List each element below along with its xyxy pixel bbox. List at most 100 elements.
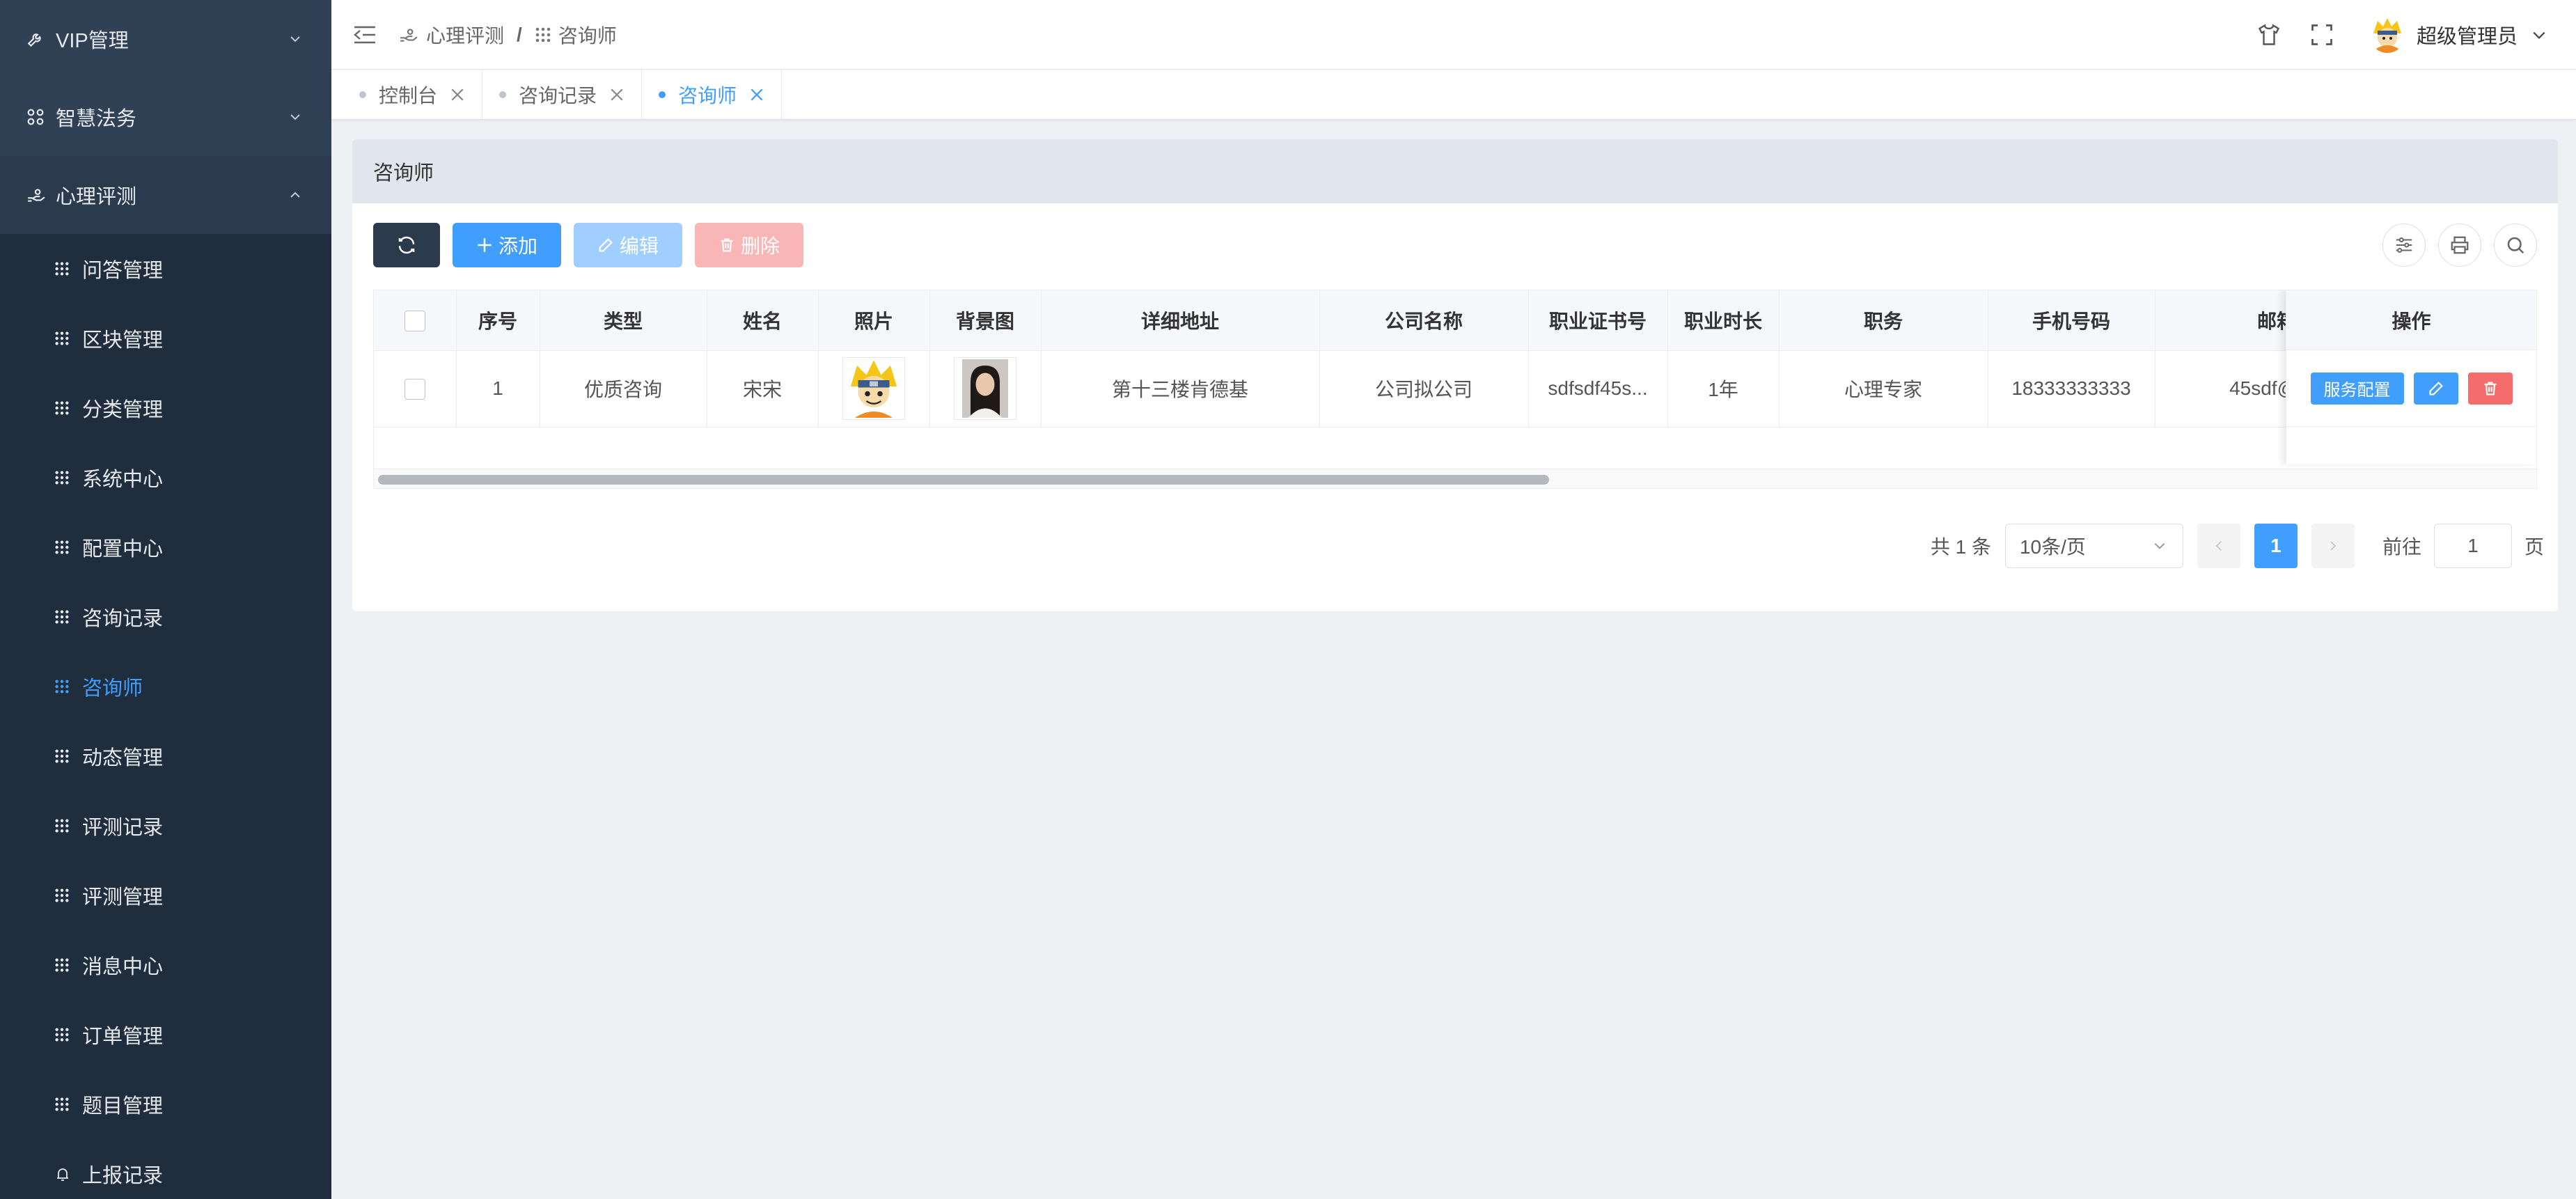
row-delete-button[interactable] [2467,372,2513,405]
column-header: 背景图 [929,290,1042,351]
sidebar-subitem[interactable]: 咨询师 [0,652,331,721]
breadcrumb-item: 咨询师 [535,21,617,49]
dots-grid-icon [54,957,82,973]
sidebar-subitem[interactable]: 区块管理 [0,304,331,373]
dots-grid-icon [54,1027,82,1042]
menu-toggle-icon[interactable] [352,22,377,47]
sidebar-subitem-label: 订单管理 [82,1026,164,1048]
tab-label: 控制台 [379,84,438,107]
sidebar-subitem[interactable]: 动态管理 [0,721,331,791]
sidebar-subitem[interactable]: 消息中心 [0,930,331,1000]
sidebar-subitem[interactable]: 评测记录 [0,791,331,861]
chevron-up-icon [287,187,304,203]
close-icon[interactable] [609,87,625,102]
sidebar-subitem[interactable]: 题目管理 [0,1069,331,1139]
horizontal-scrollbar[interactable] [374,469,2536,488]
tab-label: 咨询记录 [519,84,597,107]
actions-fixed-column: 操作 服务配置 [2286,290,2536,464]
plus-icon [476,237,493,253]
dots-grid-icon [54,400,82,416]
wrench-icon [26,30,53,48]
search-icon[interactable] [2494,224,2537,267]
close-icon[interactable] [450,87,465,102]
sidebar-subitem[interactable]: 系统中心 [0,443,331,512]
add-button[interactable]: 添加 [453,223,561,267]
hand-icon [398,26,419,44]
sidebar-item-label: 心理评测 [56,186,137,208]
dots-grid-icon [54,679,82,694]
sidebar-subitem[interactable]: 问答管理 [0,234,331,304]
tab-counselor[interactable]: 咨询师 [642,70,783,119]
toolbar: 添加 编辑 删除 [373,223,2537,267]
table-header-row: 序号 类型 姓名 照片 背景图 详细地址 公司名称 职业证书号 职业时长 职务 … [374,290,2536,351]
background-thumbnail[interactable] [954,357,1016,420]
tab-dashboard[interactable]: 控制台 [343,70,483,119]
select-all-checkbox[interactable] [404,311,425,332]
sidebar-subitem[interactable]: 上报记录 [0,1139,331,1199]
breadcrumb-label: 心理评测 [426,24,505,47]
username[interactable]: 超级管理员 [2417,20,2518,49]
sidebar-subitem-label: 评测记录 [82,817,164,839]
page-size-value: 10条/页 [2019,536,2086,558]
service-config-button[interactable]: 服务配置 [2310,372,2404,405]
scrollbar-thumb[interactable] [378,475,1549,485]
row-edit-button[interactable] [2413,372,2458,405]
data-table: 序号 类型 姓名 照片 背景图 详细地址 公司名称 职业证书号 职业时长 职务 … [373,290,2537,489]
edit-label: 编辑 [619,235,659,257]
photo-thumbnail[interactable] [842,357,905,420]
tab-dot [659,91,666,98]
pencil-icon [2429,381,2443,395]
chevron-down-icon [287,31,304,47]
content-card: 咨询师 添加 编辑 删除 序号 类型 姓名 照片 背景图 详细地址 公司名称 职… [352,139,2558,611]
dots-grid-icon [54,1097,82,1112]
pagination-total: 共 1 条 [1930,536,1991,558]
cell-position: 心理专家 [1779,350,1988,428]
sidebar-item-psych[interactable]: 心理评测 [0,156,331,234]
cell-background [929,350,1042,428]
edit-button[interactable]: 编辑 [574,223,682,267]
select-all-checkbox-cell [374,290,457,351]
avatar[interactable] [2369,16,2405,53]
sidebar-item-vip[interactable]: VIP管理 [0,0,331,78]
goto-page-input[interactable]: 1 [2433,524,2512,568]
page-number-current[interactable]: 1 [2254,524,2298,568]
sidebar-subitem[interactable]: 配置中心 [0,512,331,582]
refresh-button[interactable] [373,223,440,267]
breadcrumb-item[interactable]: 心理评测 [398,21,504,49]
goto-label: 前往 [2382,536,2421,558]
chevron-down-icon[interactable] [2530,27,2548,42]
sidebar-subitem-label: 动态管理 [82,747,164,769]
tab-label: 咨询师 [678,84,737,107]
cell-index: 1 [456,350,540,428]
prev-page-button[interactable] [2197,524,2240,568]
row-checkbox[interactable] [404,379,425,400]
sidebar-subitem-label: 问答管理 [82,260,164,282]
add-label: 添加 [498,235,537,257]
delete-button[interactable]: 删除 [695,223,803,267]
chevron-left-icon [2215,541,2222,551]
page-unit-label: 页 [2524,536,2544,558]
sidebar-subitem[interactable]: 分类管理 [0,373,331,443]
fullscreen-icon[interactable] [2307,19,2337,50]
column-header: 序号 [456,290,540,351]
grid-icon [26,108,53,126]
sidebar-subitem-label: 分类管理 [82,399,164,421]
shirt-icon[interactable] [2254,19,2284,50]
pagination: 共 1 条 10条/页 1 前往 1 页 [1931,524,2544,568]
print-icon[interactable] [2438,224,2481,267]
delete-label: 删除 [740,235,780,257]
tab-consult-records[interactable]: 咨询记录 [482,70,643,119]
breadcrumb: 心理评测 / 咨询师 [398,21,617,49]
sidebar-subitem[interactable]: 订单管理 [0,1000,331,1069]
page-size-select[interactable]: 10条/页 [2004,524,2183,568]
sidebar-item-legal[interactable]: 智慧法务 [0,78,331,156]
next-page-button[interactable] [2311,524,2355,568]
sidebar-subitem-label: 配置中心 [82,538,164,561]
close-icon[interactable] [749,87,764,102]
sidebar-subitem[interactable]: 评测管理 [0,861,331,930]
table-row[interactable]: 1 优质咨询 宋宋 第十三楼肯德基 公司拟公司 sdfsdf45s... 1年 … [374,350,2536,428]
column-settings-icon[interactable] [2382,224,2426,267]
sidebar-subitem[interactable]: 咨询记录 [0,582,331,652]
sidebar-subitem-label: 上报记录 [82,1165,164,1187]
cell-phone: 18333333333 [1988,350,2155,428]
